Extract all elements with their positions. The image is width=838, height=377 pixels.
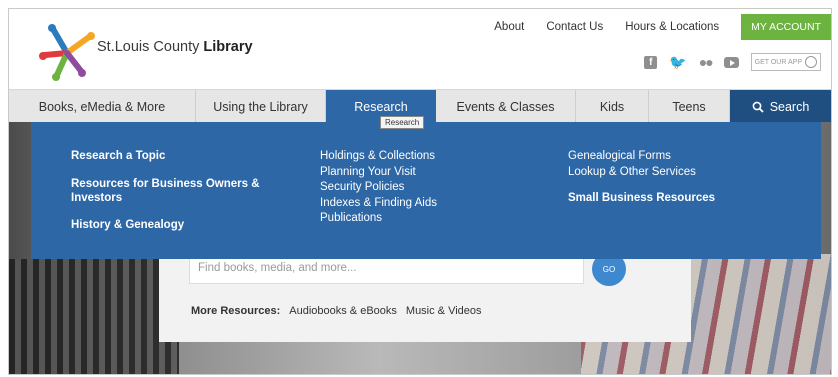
twitter-icon[interactable]: 🐦 <box>669 54 686 71</box>
hours-locations-link[interactable]: Hours & Locations <box>625 21 719 33</box>
menu-business-owners[interactable]: Resources for Business Owners & Investor… <box>71 177 276 205</box>
hero-left-windows <box>9 259 179 374</box>
menu-small-business[interactable]: Small Business Resources <box>568 191 715 205</box>
audiobooks-ebooks-link[interactable]: Audiobooks & eBooks <box>289 305 397 317</box>
search-icon <box>752 101 764 113</box>
brand-name-bold: Library <box>203 39 253 55</box>
research-tooltip: Research <box>380 116 425 129</box>
about-link[interactable]: About <box>494 21 524 33</box>
menu-history-genealogy[interactable]: History & Genealogy <box>71 218 276 232</box>
menu-security-policies[interactable]: Security Policies <box>320 180 437 196</box>
nav-books-emedia[interactable]: Books, eMedia & More <box>9 90 196 123</box>
nav-teens[interactable]: Teens <box>649 90 730 123</box>
music-videos-link[interactable]: Music & Videos <box>406 305 482 317</box>
brand-name-light: St.Louis County <box>97 39 200 55</box>
app-icon <box>805 56 817 68</box>
contact-us-link[interactable]: Contact Us <box>546 21 603 33</box>
nav-search-button[interactable]: Search <box>730 90 831 123</box>
library-logo-icon[interactable] <box>39 23 99 81</box>
facebook-icon[interactable]: f <box>644 55 658 69</box>
youtube-icon[interactable] <box>723 56 739 68</box>
brand-name[interactable]: St.Louis County Library <box>97 39 253 55</box>
more-resources-label: More Resources: <box>191 305 281 317</box>
menu-indexes-finding-aids[interactable]: Indexes & Finding Aids <box>320 196 437 212</box>
nav-using-library[interactable]: Using the Library <box>196 90 326 123</box>
get-our-app-button[interactable]: GET OUR APP <box>750 53 821 71</box>
mega-col-2: Holdings & Collections Planning Your Vis… <box>320 149 437 227</box>
mega-col-1: Research a Topic Resources for Business … <box>71 149 276 232</box>
browser-viewport: St.Louis County Library About Contact Us… <box>8 8 832 375</box>
my-account-button[interactable]: MY ACCOUNT <box>741 14 831 40</box>
menu-holdings-collections[interactable]: Holdings & Collections <box>320 149 437 165</box>
search-label: Search <box>769 99 810 114</box>
mega-col-3: Genealogical Forms Lookup & Other Servic… <box>568 149 715 205</box>
top-links: About Contact Us Hours & Locations MY AC… <box>494 14 831 40</box>
more-resources: More Resources: Audiobooks & eBooks Musi… <box>191 305 482 317</box>
menu-publications[interactable]: Publications <box>320 211 437 227</box>
menu-lookup-services[interactable]: Lookup & Other Services <box>568 165 715 181</box>
nav-kids[interactable]: Kids <box>576 90 649 123</box>
social-links: f 🐦 ●● GET OUR APP <box>644 53 821 71</box>
menu-genealogical-forms[interactable]: Genealogical Forms <box>568 149 715 165</box>
menu-planning-visit[interactable]: Planning Your Visit <box>320 165 437 181</box>
get-our-app-label: GET OUR APP <box>754 58 802 66</box>
flickr-icon[interactable]: ●● <box>699 54 714 70</box>
research-mega-menu: Research a Topic Resources for Business … <box>31 122 821 259</box>
menu-research-topic[interactable]: Research a Topic <box>71 149 276 163</box>
nav-events-classes[interactable]: Events & Classes <box>436 90 576 123</box>
